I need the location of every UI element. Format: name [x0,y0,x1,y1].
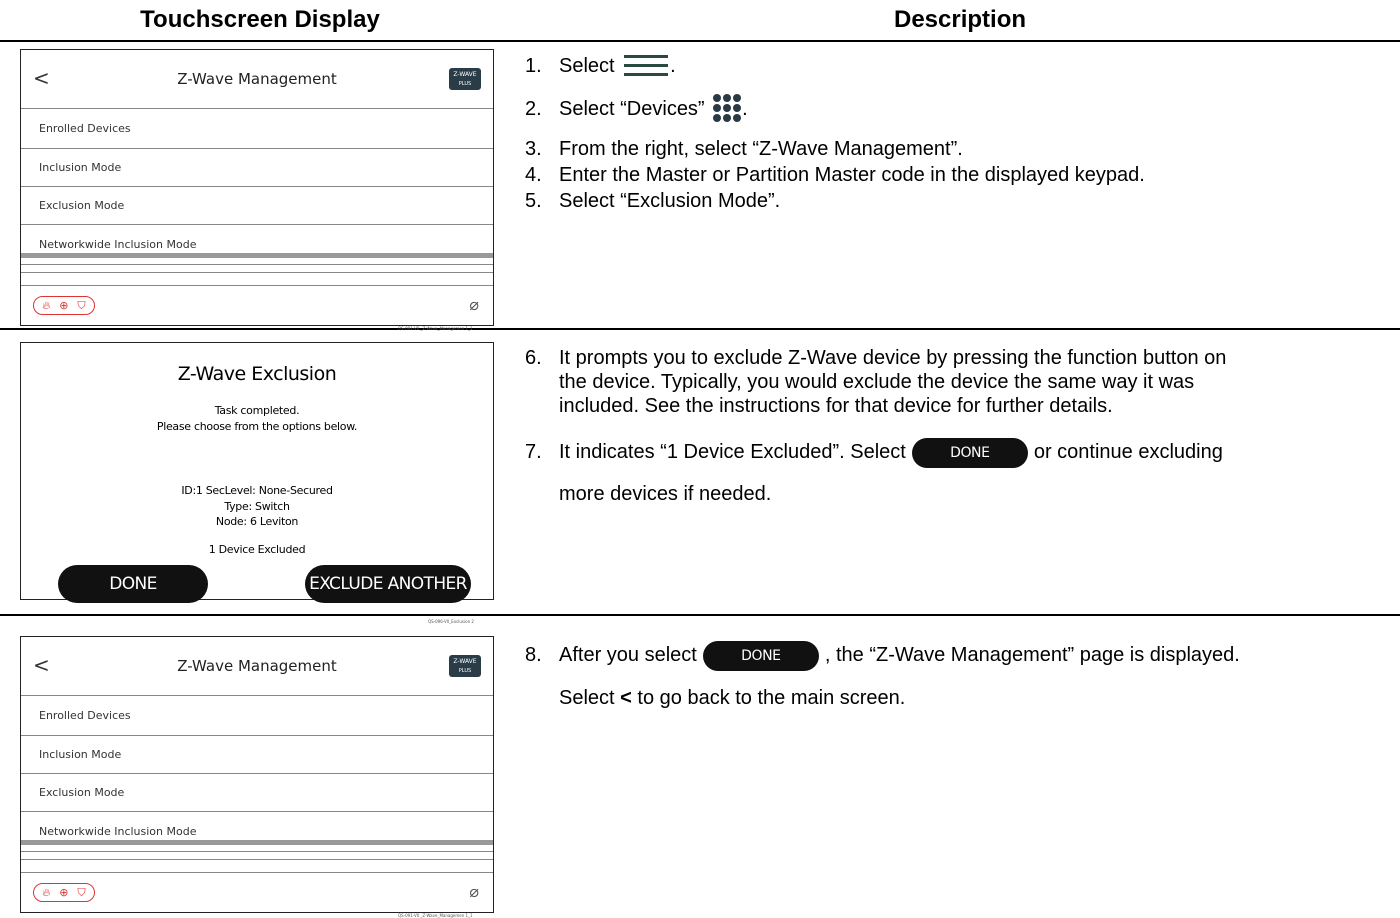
exclude-another-button[interactable]: EXCLUDE ANOTHER [305,565,471,603]
menu-item-exclusion-mode[interactable]: Exclusion Mode [21,774,493,812]
done-pill-inline: DONE [911,437,1028,468]
no-alarm-icon: ⌀ [469,882,479,901]
step-4: 4. Enter the Master or Partition Master c… [525,164,1145,186]
exclusion-title: Z-Wave Exclusion [177,363,337,385]
emergency-buttons[interactable]: 🔥︎ ⊕ ⛉ [33,296,95,315]
hamburger-menu-icon [624,55,669,76]
step-6: 6. It prompts you to exclude Z-Wave devic… [525,347,1227,417]
separator-bar [21,253,493,258]
row-divider-1 [0,328,1400,330]
status-bar: 🔥︎ ⊕ ⛉ ⌀ [21,285,493,325]
police-icon[interactable]: ⛉ [77,300,85,311]
menu-item-enrolled-devices[interactable]: Enrolled Devices [21,696,493,736]
status-line-1: Task completed. [214,404,300,417]
menu-item-inclusion-mode[interactable]: Inclusion Mode [21,736,493,774]
row-divider-2 [0,614,1400,616]
screen-title: Z-Wave Management [177,70,337,88]
step-7-continued: more devices if needed. [559,483,772,505]
empty-row [21,847,493,860]
zwave-plus-logo: Z-WAVE PLUS [449,655,481,677]
status-bar: 🔥︎ ⊕ ⛉ ⌀ [21,872,493,912]
police-icon[interactable]: ⛉ [77,887,85,898]
step-7: 7. It indicates “1 Device Excluded”. Sele… [525,437,1223,468]
done-pill-inline: DONE [702,640,819,671]
menu-item-enrolled-devices[interactable]: Enrolled Devices [21,109,493,149]
zwave-exclusion-screen: Z-Wave Exclusion Task completed. Please … [20,342,494,603]
zwave-management-screen-1: < Z-Wave Management Z-WAVE PLUS Enrolled … [20,49,494,326]
empty-row [21,260,493,273]
zwave-plus-logo: Z-WAVE PLUS [449,68,481,90]
fire-icon[interactable]: 🔥︎ [42,887,50,898]
devices-grid-icon [713,94,742,122]
done-button[interactable]: DONE [58,565,208,603]
step-5: 5. Select “Exclusion Mode”. [525,190,781,212]
step-1: 1. Select . [525,55,676,77]
step-8: 8. After you select DONE, the “Z-Wave Mana… [525,640,1240,671]
figure-caption-3: QS-091-V0 _Z-Wave_Managemen 1_1 [398,913,473,918]
menu-item-exclusion-mode[interactable]: Exclusion Mode [21,187,493,225]
step-8-continued: Select < to go back to the main screen. [559,687,906,709]
header-rule [0,40,1400,42]
emergency-buttons[interactable]: 🔥︎ ⊕ ⛉ [33,883,95,902]
screen-header: < Z-Wave Management Z-WAVE PLUS [21,637,493,696]
figure-caption-2: QS-096-V0_Exclusion 2 [428,619,474,624]
column-header-description: Description [893,6,1027,33]
figure-caption-1: QS-091-V0 _Z-Wave_Managemen 1_1 [398,326,473,331]
column-header-touchscreen: Touchscreen Display [140,6,380,33]
zwave-management-screen-2: < Z-Wave Management Z-WAVE PLUS Enrolled … [20,636,494,913]
medical-icon[interactable]: ⊕ [59,300,68,311]
result-line: 1 Device Excluded [208,543,306,556]
device-id-line: ID:1 SecLevel: None-Secured [181,484,333,497]
screen-header: < Z-Wave Management Z-WAVE PLUS [21,50,493,109]
device-type-line: Type: Switch [224,500,290,513]
menu-item-networkwide-inclusion[interactable]: Networkwide Inclusion Mode [21,225,493,265]
step-3: 3. From the right, select “Z-Wave Managem… [525,138,963,160]
back-symbol: < [620,687,632,709]
device-node-line: Node: 6 Leviton [215,515,299,528]
fire-icon[interactable]: 🔥︎ [42,300,50,311]
screen-title: Z-Wave Management [177,657,337,675]
no-alarm-icon: ⌀ [469,295,479,314]
medical-icon[interactable]: ⊕ [59,887,68,898]
menu-item-networkwide-inclusion[interactable]: Networkwide Inclusion Mode [21,812,493,852]
separator-bar [21,840,493,845]
menu-item-inclusion-mode[interactable]: Inclusion Mode [21,149,493,187]
status-line-2: Please choose from the options below. [156,420,358,433]
step-2: 2. Select “Devices” . [525,93,748,123]
